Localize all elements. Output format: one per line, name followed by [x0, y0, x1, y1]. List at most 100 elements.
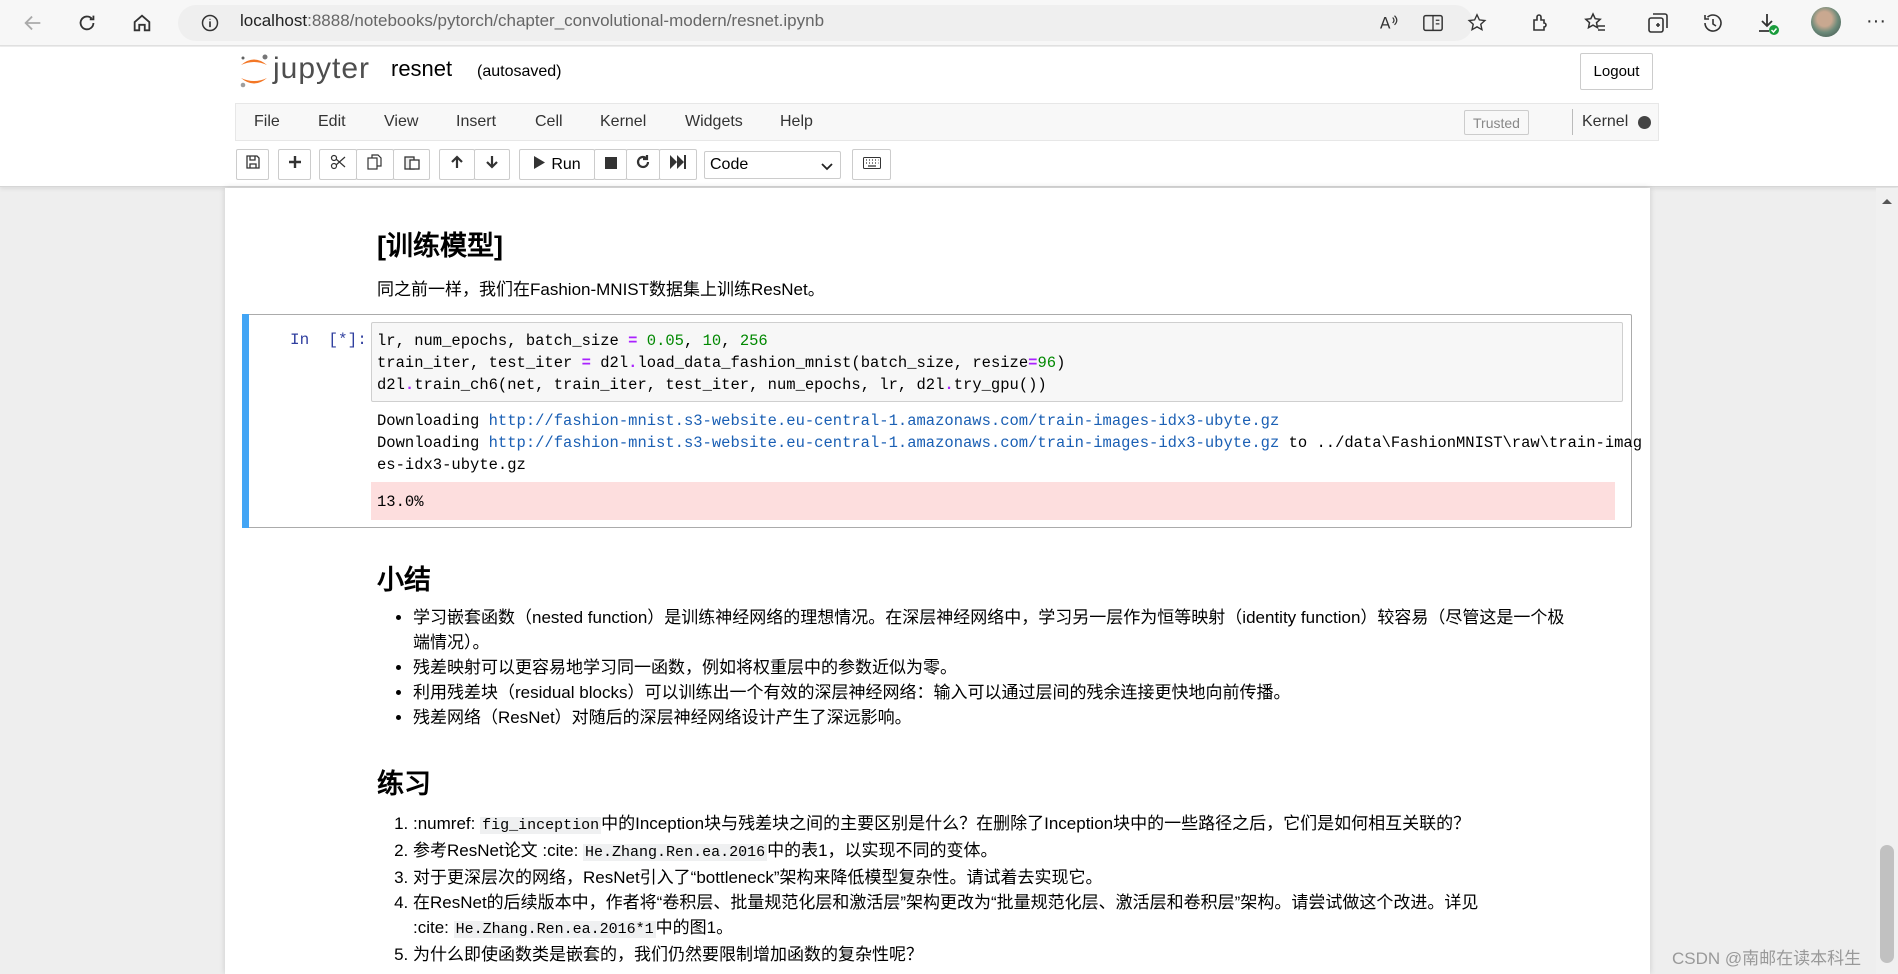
- notebook-name[interactable]: resnet: [391, 56, 452, 82]
- favorite-add-icon[interactable]: [1466, 12, 1488, 39]
- output-downloading-2: Downloading: [377, 434, 489, 452]
- fast-forward-icon: [670, 155, 686, 174]
- extensions-icon[interactable]: [1529, 11, 1553, 40]
- exercise-heading: 练习: [377, 769, 431, 799]
- command-palette-button[interactable]: [852, 149, 891, 180]
- list-item: 残差映射可以更容易地学习同一函数，例如将权重层中的参数近似为零。: [413, 655, 1617, 680]
- refresh-icon[interactable]: [71, 7, 103, 39]
- output-line-2: Downloading http://fashion-mnist.s3-webs…: [377, 434, 1642, 452]
- menu-cell[interactable]: Cell: [535, 113, 563, 131]
- info-icon[interactable]: [200, 13, 220, 38]
- list-item: 对于更深层次的网络，ResNet引入了“bottleneck”架构来降低模型复杂…: [413, 865, 1617, 890]
- watermark: CSDN @南邮在读本科生: [1672, 949, 1862, 968]
- menu-view[interactable]: View: [384, 113, 418, 131]
- output-link-2[interactable]: http://fashion-mnist.s3-website.eu-centr…: [489, 434, 1280, 452]
- cell-type-value: Code: [710, 156, 749, 173]
- menu-file[interactable]: File: [254, 113, 280, 131]
- list-item: :numref: fig_inception中的Inception块与残差块之间…: [413, 811, 1617, 838]
- paste-button[interactable]: [393, 149, 430, 180]
- list-item: 学习嵌套函数（nested function）是训练神经网络的理想情况。在深层神…: [413, 605, 1617, 655]
- exercise-1-b: 中的Inception块与残差块之间的主要区别是什么？在删除了Inception…: [601, 814, 1471, 833]
- home-icon[interactable]: [126, 7, 158, 39]
- immersive-reader-icon[interactable]: [1422, 12, 1444, 39]
- keyboard-icon: [862, 156, 881, 174]
- list-item: 残差网络（ResNet）对随后的深层神经网络设计产生了深远影响。: [413, 705, 1617, 730]
- output-line-1: Downloading http://fashion-mnist.s3-webs…: [377, 412, 1279, 430]
- copy-icon: [367, 154, 383, 175]
- progress-output: 13.0%: [377, 493, 424, 511]
- menu-help[interactable]: Help: [780, 113, 813, 131]
- summary-list: 学习嵌套函数（nested function）是训练神经网络的理想情况。在深层神…: [377, 605, 1617, 730]
- restart-run-all-button[interactable]: [659, 149, 697, 180]
- trusted-indicator[interactable]: Trusted: [1464, 110, 1529, 135]
- more-icon[interactable]: ···: [1866, 10, 1886, 33]
- url-host: localhost: [240, 11, 308, 30]
- copy-button[interactable]: [356, 149, 394, 180]
- arrow-up-icon: [450, 155, 464, 174]
- exercise-2-a: 参考ResNet论文 :cite:: [413, 841, 584, 860]
- restart-icon: [635, 154, 651, 175]
- exercise-1-a: :numref:: [413, 814, 481, 833]
- summary-heading: 小结: [377, 565, 431, 595]
- exercise-4-code: He.Zhang.Ren.ea.2016*1: [453, 921, 656, 938]
- move-down-button[interactable]: [474, 149, 510, 180]
- output-link-1[interactable]: http://fashion-mnist.s3-website.eu-centr…: [489, 412, 1280, 430]
- svg-text:A: A: [1380, 15, 1391, 33]
- exercise-2-code: He.Zhang.Ren.ea.2016: [583, 844, 768, 861]
- stderr-output: [371, 482, 1615, 520]
- exercise-2-b: 中的表1，以实现不同的变体。: [767, 841, 998, 860]
- kernel-name: Kernel: [1582, 113, 1629, 130]
- menu-kernel[interactable]: Kernel: [600, 113, 646, 131]
- history-icon[interactable]: [1701, 11, 1725, 40]
- profile-avatar[interactable]: [1811, 7, 1841, 37]
- downloads-icon[interactable]: [1755, 11, 1781, 42]
- cell-selection-bar: [242, 314, 249, 528]
- run-label: Run: [551, 155, 581, 173]
- favorites-icon[interactable]: [1583, 11, 1607, 40]
- menu-edit[interactable]: Edit: [318, 113, 346, 131]
- collections-icon[interactable]: [1646, 11, 1670, 40]
- summary-item-1-cont: 端情况）。: [413, 633, 490, 652]
- save-icon: [245, 155, 260, 174]
- move-up-button[interactable]: [439, 149, 475, 180]
- restart-button[interactable]: [626, 149, 660, 180]
- scrollbar-thumb[interactable]: [1880, 845, 1894, 963]
- code-line-2: train_iter, test_iter = d2l.load_data_fa…: [377, 354, 1066, 372]
- list-item: 参考ResNet论文 :cite: He.Zhang.Ren.ea.2016中的…: [413, 838, 1617, 865]
- cut-button[interactable]: [319, 149, 357, 180]
- exercise-4-a: 在ResNet的后续版本中，作者将“卷积层、批量规范化层和激活层”架构更改为“批…: [413, 893, 1479, 912]
- logout-button[interactable]: Logout: [1580, 53, 1653, 90]
- code-line-1: lr, num_epochs, batch_size = 0.05, 10, 2…: [377, 332, 768, 350]
- back-icon[interactable]: [17, 7, 49, 39]
- play-icon: [533, 155, 546, 174]
- insert-cell-button[interactable]: [278, 149, 311, 180]
- list-item: 利用残差块（residual blocks）可以训练出一个有效的深层神经网络：输…: [413, 680, 1617, 705]
- code-line-3: d2l.train_ch6(net, train_iter, test_iter…: [377, 376, 1047, 394]
- train-heading: [训练模型]: [377, 231, 503, 261]
- exercise-4-c: 中的图1。: [655, 918, 734, 937]
- kernel-divider: [1572, 109, 1573, 135]
- plus-icon: [288, 155, 302, 174]
- scroll-up-icon[interactable]: [1881, 192, 1893, 210]
- list-item: 在ResNet的后续版本中，作者将“卷积层、批量规范化层和激活层”架构更改为“批…: [413, 890, 1617, 942]
- cell-type-select[interactable]: Code: [704, 151, 841, 179]
- train-paragraph: 同之前一样，我们在Fashion-MNIST数据集上训练ResNet。: [377, 280, 825, 299]
- menu-insert[interactable]: Insert: [456, 113, 496, 131]
- read-aloud-icon[interactable]: A: [1378, 12, 1400, 39]
- exercise-1-code: fig_inception: [480, 817, 602, 834]
- run-button[interactable]: Run: [519, 149, 595, 180]
- kernel-busy-indicator: [1638, 116, 1651, 129]
- chevron-down-icon: [821, 159, 833, 177]
- exercise-4-b: :cite:: [413, 918, 454, 937]
- output-downloading-1: Downloading: [377, 412, 489, 430]
- menu-widgets[interactable]: Widgets: [685, 113, 743, 131]
- jupyter-logo-text: jupyter: [273, 52, 371, 85]
- cell-prompt: In [*]:: [290, 331, 367, 349]
- interrupt-button[interactable]: [594, 149, 627, 180]
- list-item: 为什么即使函数类是嵌套的，我们仍然要限制增加函数的复杂性呢？: [413, 942, 1617, 967]
- jupyter-logo-icon[interactable]: [238, 52, 270, 95]
- output-path: to ../data\FashionMNIST\raw\train-imag: [1279, 434, 1643, 452]
- save-button[interactable]: [236, 149, 269, 180]
- url-text[interactable]: localhost:8888/notebooks/pytorch/chapter…: [240, 11, 824, 31]
- exercise-list: :numref: fig_inception中的Inception块与残差块之间…: [377, 811, 1617, 967]
